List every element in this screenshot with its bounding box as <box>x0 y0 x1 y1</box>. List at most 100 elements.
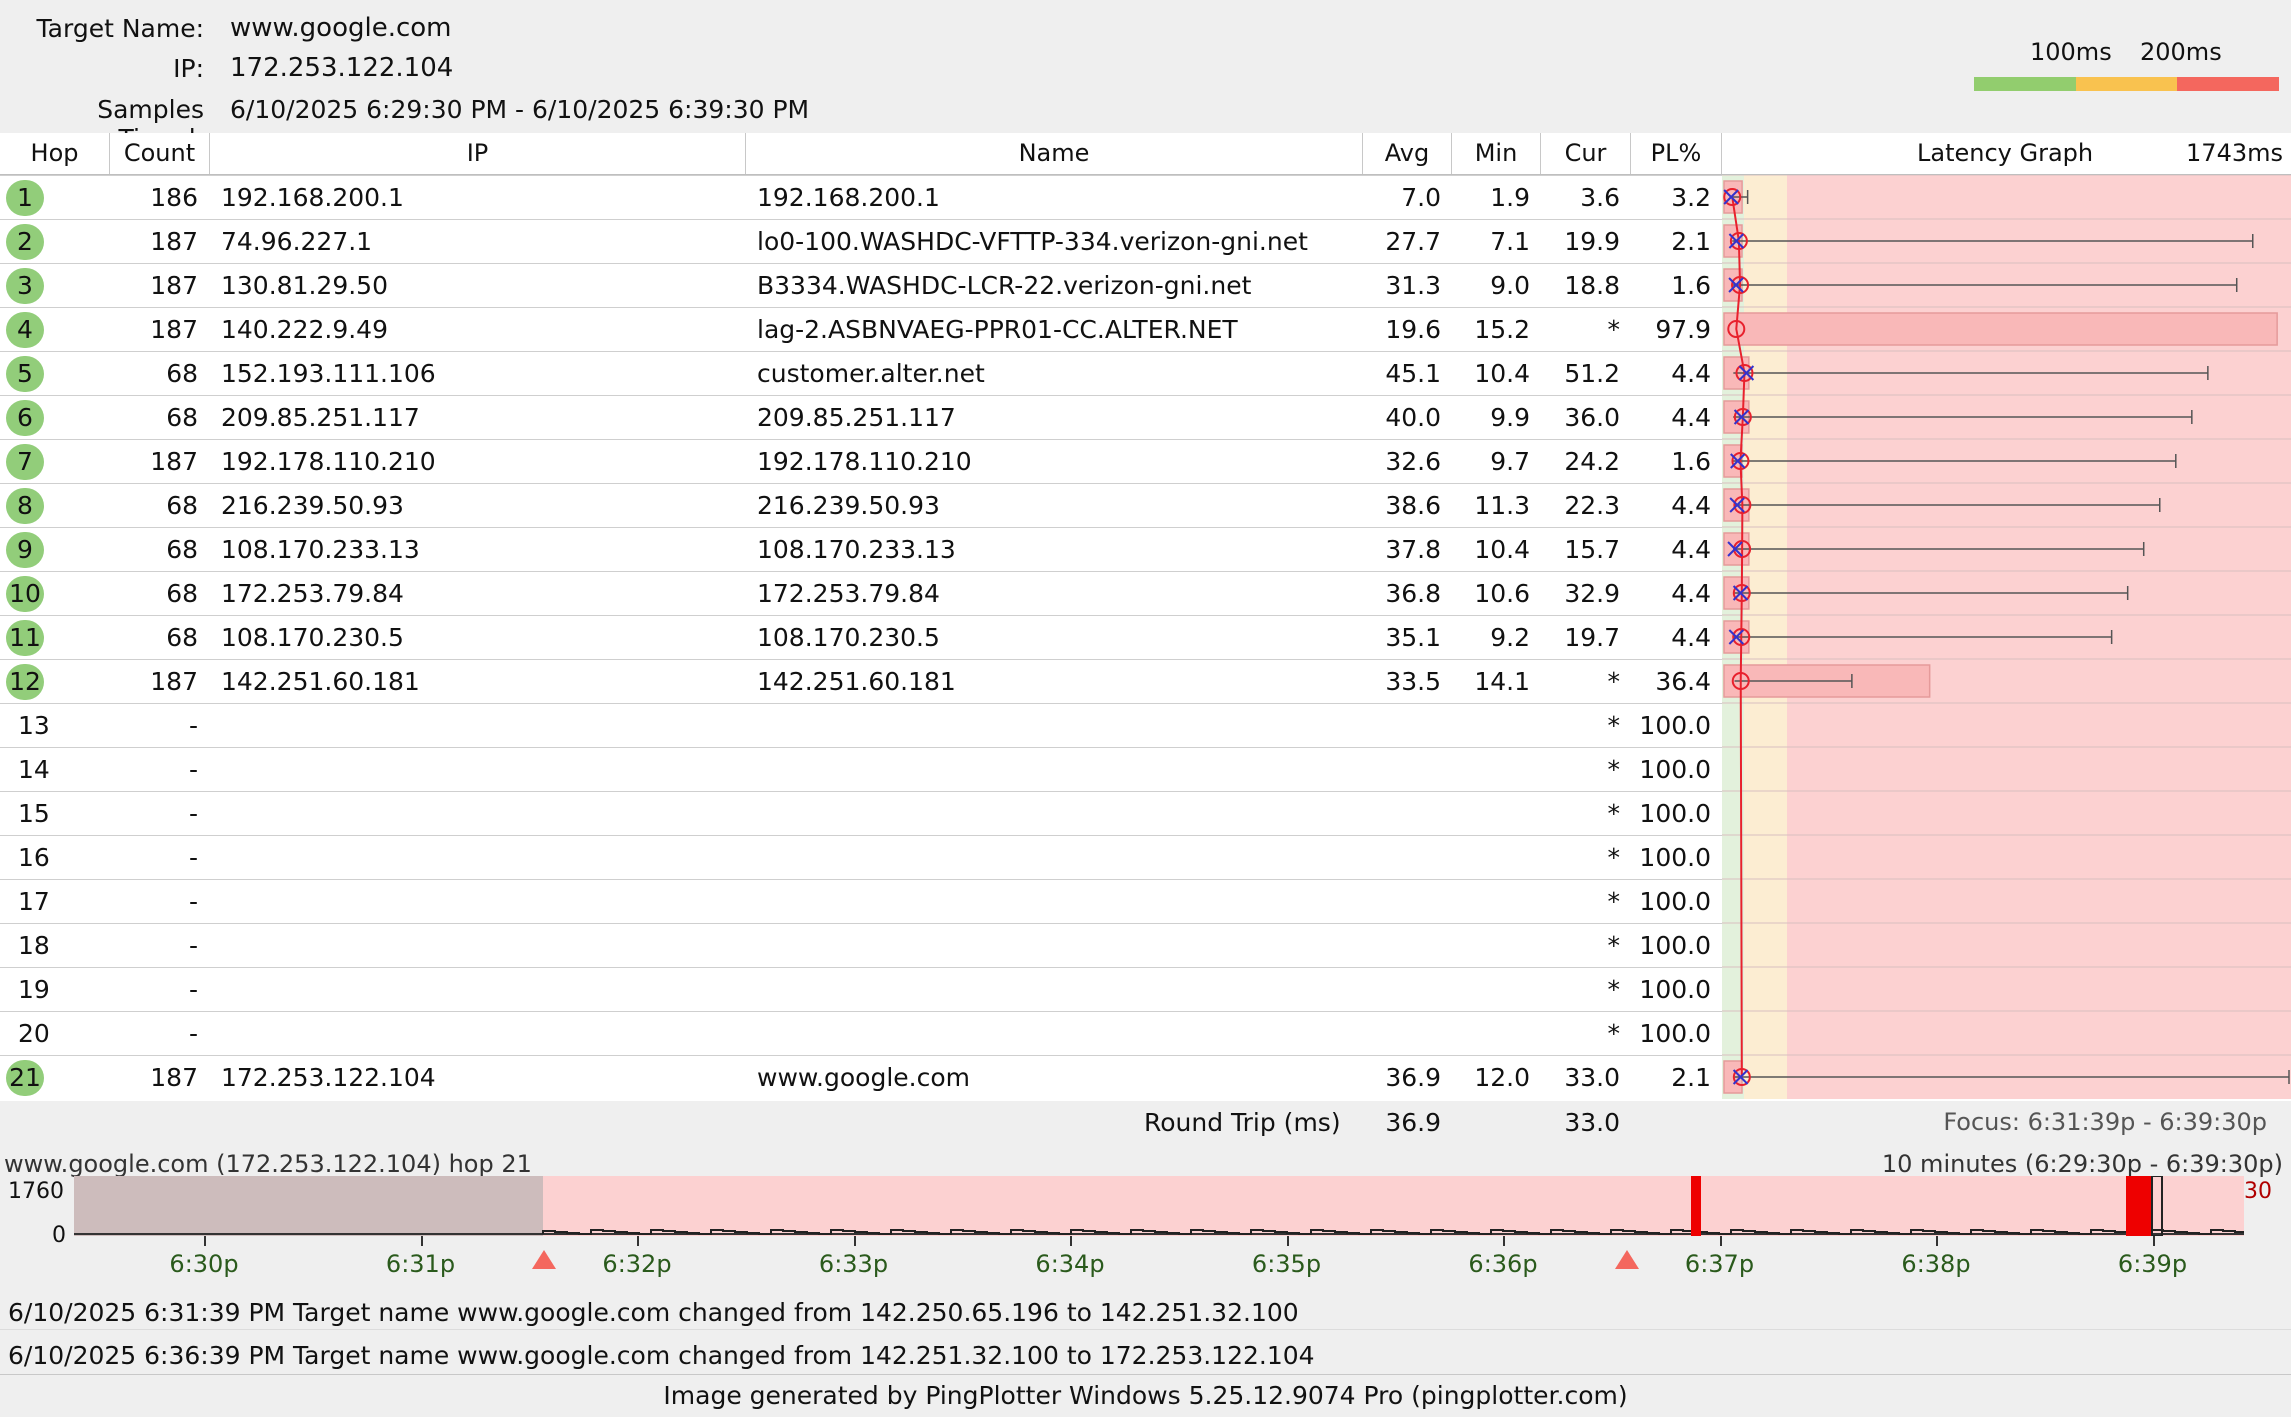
timeline-tick-mark <box>1286 1236 1289 1246</box>
hop-ip <box>221 748 741 792</box>
table-row[interactable]: 9 68 108.170.233.13 108.170.233.13 37.8 10.4 1… <box>0 527 1722 571</box>
table-row[interactable]: 14 - * 100.0 <box>0 747 1722 791</box>
hop-number: 8 <box>6 488 44 524</box>
hop-name: lag-2.ASBNVAEG-PPR01-CC.ALTER.NET <box>757 315 1238 344</box>
timeline-tick-label: 6:34p <box>1035 1250 1105 1278</box>
table-row[interactable]: 16 - * 100.0 <box>0 835 1722 879</box>
hop-cur: * <box>1607 315 1621 344</box>
timeline-graph[interactable] <box>74 1176 2244 1236</box>
hop-min: 9.7 <box>1490 447 1530 476</box>
hop-pl: 4.4 <box>1671 579 1711 608</box>
table-row[interactable]: 5 68 152.193.111.106 customer.alter.net 45.1… <box>0 351 1722 395</box>
event-marker-icon[interactable] <box>531 1248 557 1270</box>
hop-ip: 108.170.233.13 <box>221 535 420 564</box>
col-header-ip[interactable]: IP <box>210 133 746 175</box>
col-header-min[interactable]: Min <box>1452 133 1541 175</box>
table-row[interactable]: 12 187 142.251.60.181 142.251.60.181 33.5 14.… <box>0 659 1722 703</box>
hop-count: - <box>188 887 198 916</box>
hop-ip: 192.168.200.1 <box>221 183 404 212</box>
hop-cur: * <box>1607 799 1621 828</box>
table-row[interactable]: 11 68 108.170.230.5 108.170.230.5 35.1 9.2 19.… <box>0 615 1722 659</box>
hop-ip <box>221 704 741 748</box>
hop-pl: 100.0 <box>1639 931 1711 960</box>
timeline-y-max: 1760 <box>8 1179 64 1204</box>
hop-ip <box>221 792 741 836</box>
timeline-tick-label: 6:39p <box>2117 1250 2188 1278</box>
hop-cur: * <box>1607 887 1621 916</box>
hop-avg: 31.3 <box>1385 271 1441 300</box>
table-row[interactable]: 19 - * 100.0 <box>0 967 1722 1011</box>
col-header-pl[interactable]: PL% <box>1631 133 1722 175</box>
col-header-avg[interactable]: Avg <box>1363 133 1452 175</box>
trace-grid: Hop Count IP Name Avg Min Cur PL% Latenc… <box>0 133 2291 1101</box>
event-log-entry: 6/10/2025 6:36:39 PM Target name www.goo… <box>8 1341 1315 1370</box>
footer-credit: Image generated by PingPlotter Windows 5… <box>0 1374 2291 1417</box>
hop-count: 187 <box>150 271 198 300</box>
table-row[interactable]: 18 - * 100.0 <box>0 923 1722 967</box>
hop-pl: 4.4 <box>1671 403 1711 432</box>
table-row[interactable]: 21 187 172.253.122.104 www.google.com 36.9 12… <box>0 1055 1722 1099</box>
timeline-pl-max: 30 <box>2244 1179 2272 1204</box>
hop-avg <box>1363 924 1441 968</box>
timeline-tick-mark <box>1070 1236 1072 1246</box>
hop-name: 192.168.200.1 <box>757 183 940 212</box>
table-row[interactable]: 4 187 140.222.9.49 lag-2.ASBNVAEG-PPR01-CC.… <box>0 307 1722 351</box>
hop-number: 13 <box>18 711 50 740</box>
table-row[interactable]: 13 - * 100.0 <box>0 703 1722 747</box>
table-row[interactable]: 6 68 209.85.251.117 209.85.251.117 40.0 9.9 36… <box>0 395 1722 439</box>
hop-avg: 33.5 <box>1385 667 1441 696</box>
table-row[interactable]: 1 186 192.168.200.1 192.168.200.1 7.0 1.9 3.6 3… <box>0 175 1722 219</box>
timeline-range[interactable]: 10 minutes (6:29:30p - 6:39:30p) <box>1882 1150 2283 1178</box>
hop-pl: 4.4 <box>1671 623 1711 652</box>
scale-label-200ms: 200ms <box>2140 38 2222 66</box>
hop-ip: 192.178.110.210 <box>221 447 436 476</box>
hop-name <box>757 880 1357 924</box>
timeline-title: www.google.com (172.253.122.104) hop 21 <box>4 1150 532 1178</box>
scale-bar-bad <box>2177 77 2279 91</box>
col-header-hop[interactable]: Hop <box>0 133 110 175</box>
timeline-tick-mark <box>1719 1236 1722 1246</box>
hop-pl: 100.0 <box>1639 755 1711 784</box>
event-marker-icon[interactable] <box>1614 1248 1640 1270</box>
scale-label-100ms: 100ms <box>2030 38 2112 66</box>
latency-graph[interactable] <box>1722 175 2291 1101</box>
hop-min: 9.0 <box>1490 271 1530 300</box>
timeline-tick-mark <box>637 1236 639 1246</box>
hop-ip: 130.81.29.50 <box>221 271 388 300</box>
hop-name <box>757 704 1357 748</box>
hop-cur: * <box>1607 711 1621 740</box>
table-row[interactable]: 10 68 172.253.79.84 172.253.79.84 36.8 10.6 32… <box>0 571 1722 615</box>
table-row[interactable]: 8 68 216.239.50.93 216.239.50.93 38.6 11.3 22.… <box>0 483 1722 527</box>
hop-number: 18 <box>18 931 50 960</box>
hop-cur: 36.0 <box>1564 403 1620 432</box>
hop-count: - <box>188 711 198 740</box>
focus-range[interactable]: Focus: 6:31:39p - 6:39:30p <box>1943 1108 2267 1136</box>
table-row[interactable]: 7 187 192.178.110.210 192.178.110.210 32.6 9.… <box>0 439 1722 483</box>
col-header-latency-graph[interactable]: Latency Graph 1743ms <box>1722 133 2291 175</box>
packet-loss-bar <box>1723 312 2278 346</box>
hop-name: 108.170.230.5 <box>757 623 940 652</box>
hop-min <box>1452 748 1530 792</box>
hop-name <box>757 836 1357 880</box>
table-row[interactable]: 15 - * 100.0 <box>0 791 1722 835</box>
col-header-name[interactable]: Name <box>746 133 1363 175</box>
table-row[interactable]: 3 187 130.81.29.50 B3334.WASHDC-LCR-22.veri… <box>0 263 1722 307</box>
hop-pl: 36.4 <box>1655 667 1711 696</box>
table-row[interactable]: 2 187 74.96.227.1 lo0-100.WASHDC-VFTTP-334.… <box>0 219 1722 263</box>
hop-min: 1.9 <box>1490 183 1530 212</box>
round-trip-row: Round Trip (ms) 36.9 33.0 Focus: 6:31:39… <box>0 1102 2291 1146</box>
timeline-y-min: 0 <box>52 1223 66 1248</box>
hop-ip <box>221 924 741 968</box>
table-row[interactable]: 20 - * 100.0 <box>0 1011 1722 1055</box>
hop-pl: 100.0 <box>1639 711 1711 740</box>
table-row[interactable]: 17 - * 100.0 <box>0 879 1722 923</box>
hop-number: 20 <box>18 1019 50 1048</box>
round-trip-cur: 33.0 <box>1564 1108 1620 1137</box>
hop-cur: 3.6 <box>1580 183 1620 212</box>
latency-graph-title: Latency Graph <box>1917 139 2094 167</box>
col-header-cur[interactable]: Cur <box>1541 133 1631 175</box>
col-header-count[interactable]: Count <box>110 133 210 175</box>
hop-pl: 100.0 <box>1639 799 1711 828</box>
hop-ip: 172.253.79.84 <box>221 579 404 608</box>
hop-cur: 18.8 <box>1564 271 1620 300</box>
